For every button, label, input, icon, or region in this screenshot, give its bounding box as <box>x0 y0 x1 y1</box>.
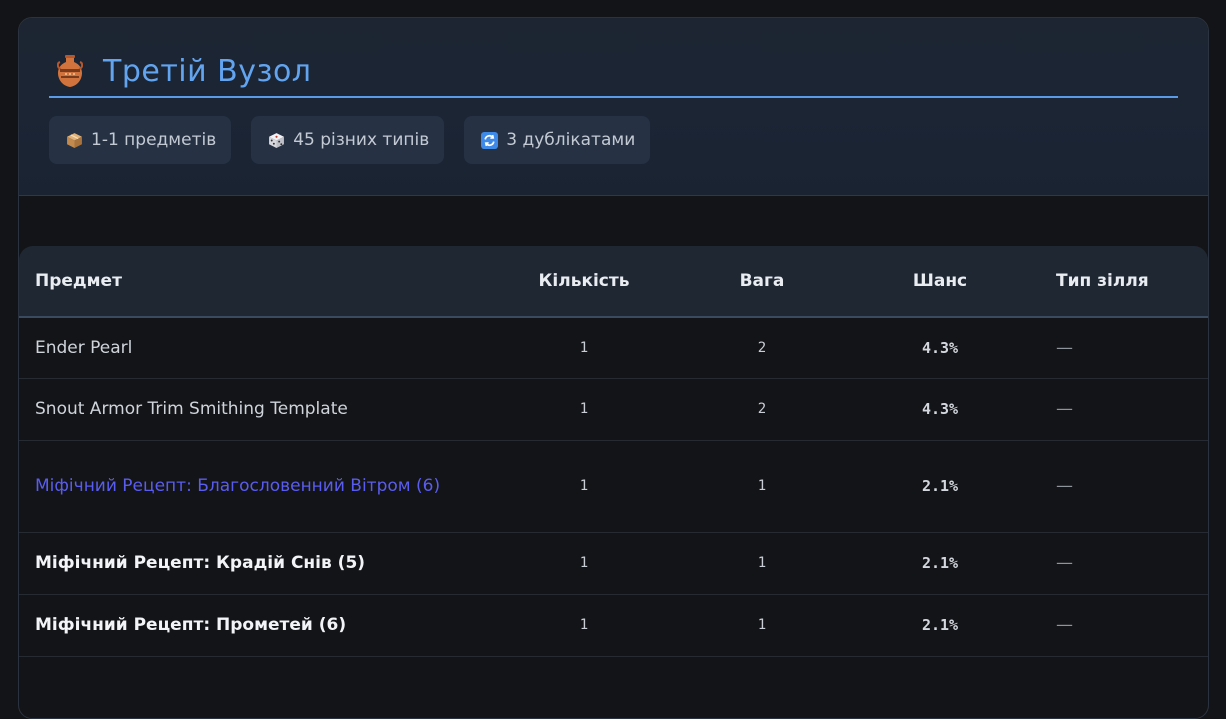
item-name: Міфічний Рецепт: Прометей (6) <box>35 615 347 635</box>
item-name: Міфічний Рецепт: Крадій Снів (5) <box>35 553 366 573</box>
title-row: Третій Вузол <box>49 46 1178 98</box>
item-weight: 1 <box>757 478 767 494</box>
item-quantity: 1 <box>579 555 589 571</box>
item-weight: 1 <box>757 617 767 633</box>
loot-header: Третій Вузол 1-1 предметів 45 різних тип… <box>19 18 1208 196</box>
column-header-quantity[interactable]: Кількість <box>494 246 674 317</box>
item-weight: 1 <box>757 555 767 571</box>
column-header-weight[interactable]: Вага <box>674 246 850 317</box>
table-row: Ender Pearl 1 2 4.3% — <box>19 317 1208 378</box>
item-potion-type: — <box>1056 553 1073 573</box>
column-header-chance[interactable]: Шанс <box>850 246 1030 317</box>
item-potion-type: — <box>1056 615 1073 635</box>
item-name: Міфічний Рецепт: Благословенний Вітром (… <box>35 476 441 496</box>
column-header-potion-type[interactable]: Тип зілля <box>1030 246 1208 317</box>
item-chance: 2.1% <box>921 616 959 634</box>
item-chance: 2.1% <box>921 554 959 572</box>
page-title: Третій Вузол <box>103 53 312 89</box>
stat-unique-types: 45 різних типів <box>251 116 445 164</box>
table-row: Snout Armor Trim Smithing Template 1 2 4… <box>19 378 1208 440</box>
amphora-icon <box>57 55 83 87</box>
item-name: Snout Armor Trim Smithing Template <box>35 399 348 419</box>
loot-table-card: Третій Вузол 1-1 предметів 45 різних тип… <box>18 17 1209 719</box>
item-quantity: 1 <box>579 339 589 356</box>
repeat-icon <box>481 131 499 149</box>
item-quantity: 1 <box>579 401 589 417</box>
stats-bar: 1-1 предметів 45 різних типів 3 дублікат… <box>49 116 651 164</box>
stat-unique-types-label: 45 різних типів <box>293 130 430 150</box>
item-potion-type: — <box>1056 399 1073 419</box>
item-chance: 4.3% <box>921 400 959 418</box>
loot-table: Предмет Кількість Вага Шанс Тип зілля En… <box>19 246 1208 657</box>
table-row: Міфічний Рецепт: Крадій Снів (5) 1 1 2.1… <box>19 532 1208 594</box>
item-potion-type: — <box>1056 337 1073 358</box>
item-weight: 2 <box>757 339 767 356</box>
item-chance: 2.1% <box>921 477 959 495</box>
item-quantity: 1 <box>579 478 589 494</box>
stat-items-range: 1-1 предметів <box>49 116 232 164</box>
stat-items-range-label: 1-1 предметів <box>91 130 217 150</box>
package-icon <box>67 132 82 148</box>
loot-table-wrapper: Предмет Кількість Вага Шанс Тип зілля En… <box>19 246 1208 657</box>
stat-duplicates: 3 дублікатами <box>464 116 651 164</box>
item-quantity: 1 <box>579 617 589 633</box>
item-potion-type: — <box>1056 476 1073 496</box>
item-chance: 4.3% <box>921 338 959 357</box>
column-header-item[interactable]: Предмет <box>19 246 494 317</box>
item-weight: 2 <box>757 401 767 417</box>
item-name: Ender Pearl <box>35 337 133 358</box>
table-header-row: Предмет Кількість Вага Шанс Тип зілля <box>19 246 1208 317</box>
dice-icon <box>269 132 285 148</box>
table-row: Міфічний Рецепт: Благословенний Вітром (… <box>19 440 1208 532</box>
stat-duplicates-label: 3 дублікатами <box>506 130 636 150</box>
table-row: Міфічний Рецепт: Прометей (6) 1 1 2.1% — <box>19 594 1208 656</box>
